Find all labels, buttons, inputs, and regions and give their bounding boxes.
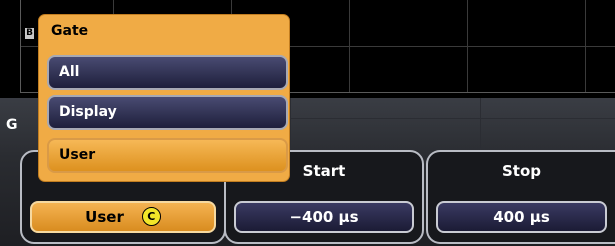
panel-divider: [480, 98, 481, 148]
panel-label: G: [6, 117, 18, 133]
gate-menu: Gate All Display User: [38, 14, 290, 182]
gate-option-all[interactable]: All: [47, 55, 288, 90]
gate-option-display[interactable]: Display: [47, 95, 288, 130]
stop-setting: Stop 400 µs: [426, 150, 615, 244]
start-value-button[interactable]: −400 µs: [234, 201, 414, 233]
gate-menu-title: Gate: [51, 23, 89, 39]
gate-value-button[interactable]: User C: [30, 201, 216, 233]
stop-value-button[interactable]: 400 µs: [436, 201, 607, 233]
panel-divider: [290, 118, 615, 119]
gate-option-user[interactable]: User: [47, 138, 288, 173]
c-circle-icon: C: [141, 206, 161, 226]
channel-badge: B: [25, 28, 34, 39]
panel-divider: [290, 98, 291, 148]
gate-value: User: [85, 208, 124, 226]
stop-title: Stop: [501, 162, 542, 180]
